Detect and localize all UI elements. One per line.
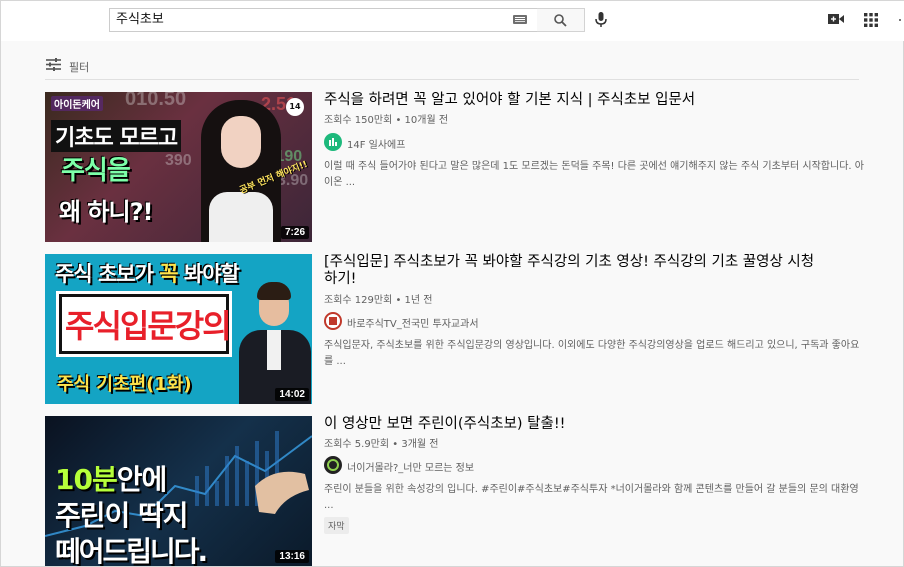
- brand-label: 아이돈케어: [51, 96, 103, 111]
- video-description: 주식입문자, 주식초보를 위한 주식입문강의 영상입니다. 이외에도 다양한 주…: [324, 340, 860, 367]
- video-description: 주린이 분들을 위한 속성강의 입니다. #주린이#주식초보#주식투자 *너이거…: [324, 484, 859, 511]
- video-thumbnail[interactable]: 주식 초보가 꼭 봐야할 주식입문강의 주식 기초편(1화) 14:02: [45, 254, 312, 404]
- channel-avatar[interactable]: [324, 312, 342, 330]
- thumbnail-text: 떼어드립니다.: [55, 535, 208, 566]
- channel-logo-icon: [329, 317, 337, 325]
- video-title[interactable]: [주식입문] 주식초보가 꼭 봐야할 주식강의 기초 영상! 주식강의 기초 꿀…: [324, 254, 824, 288]
- apps-grid-icon[interactable]: [864, 13, 878, 27]
- keyboard-icon[interactable]: [513, 15, 527, 24]
- upload-age: 10개월 전: [404, 115, 449, 126]
- thumbnail-text: 기초도 모르고: [51, 120, 182, 152]
- chart-icon: [329, 138, 337, 146]
- thumbnail-text: 10분안에: [55, 463, 167, 496]
- thumbnail-text: 주린이 딱지: [55, 499, 189, 532]
- subtitles-badge: 자막: [324, 517, 349, 534]
- thumbnail-text: 왜 하니?!: [59, 198, 153, 226]
- create-video-icon[interactable]: [828, 13, 844, 25]
- channel-name[interactable]: 너이거몰라?_너만 모르는 정보: [347, 459, 474, 474]
- video-duration: 7:26: [280, 226, 309, 239]
- top-bar: 주식초보: [1, 1, 904, 41]
- upload-age: 3개월 전: [401, 439, 439, 450]
- video-thumbnail[interactable]: 010.50 -2.51 390 .190 3.90 아이돈케어 기초도 모르고…: [45, 92, 312, 242]
- hand-graphic: [255, 471, 309, 514]
- video-meta: 조회수 150만회 • 10개월 전: [324, 115, 449, 126]
- divider: [45, 79, 859, 80]
- thumbnail-text: 주식 기초편(1화): [57, 374, 192, 395]
- search-icon: [554, 14, 567, 27]
- channel-name[interactable]: 바로주식TV_전국민 투자교과서: [347, 315, 479, 330]
- video-meta: 조회수 129만회 • 1년 전: [324, 295, 433, 306]
- channel-logo: 14: [286, 98, 304, 116]
- view-count: 조회수 129만회: [324, 295, 393, 306]
- video-duration: 13:16: [275, 550, 309, 563]
- channel-avatar[interactable]: [324, 456, 342, 474]
- video-description: 이럴 때 주식 들어가야 된다고 말은 많은데 1도 모르겠는 돈덕들 주목! …: [324, 161, 864, 188]
- channel-avatar[interactable]: [324, 133, 342, 151]
- search-input[interactable]: 주식초보: [109, 8, 538, 32]
- filter-button[interactable]: 필터: [69, 59, 89, 75]
- upload-age: 1년 전: [404, 295, 433, 306]
- view-count: 조회수 150만회: [324, 115, 393, 126]
- video-meta: 조회수 5.9만회 • 3개월 전: [324, 439, 439, 450]
- thumbnail-text: 주식을: [61, 156, 131, 186]
- channel-name[interactable]: 14F 일사에프: [347, 136, 405, 151]
- filter-icon[interactable]: [46, 58, 61, 71]
- search-button[interactable]: [537, 8, 585, 32]
- video-duration: 14:02: [275, 388, 309, 401]
- video-title[interactable]: 이 영상만 보면 주린이(주식초보) 탈출!!: [324, 416, 824, 433]
- channel-logo-icon: [327, 459, 339, 471]
- view-count: 조회수 5.9만회: [324, 439, 390, 450]
- microphone-icon[interactable]: [595, 12, 607, 28]
- thumbnail-text: 주식 초보가 꼭 봐야할: [55, 262, 240, 286]
- more-icon[interactable]: [899, 19, 901, 21]
- video-title[interactable]: 주식을 하려면 꼭 알고 있어야 할 기본 지식 | 주식초보 입문서: [324, 92, 824, 109]
- presenter-image: [237, 282, 312, 404]
- video-thumbnail[interactable]: 10분안에 주린이 딱지 떼어드립니다. 13:16: [45, 416, 312, 566]
- thumbnail-text: 주식입문강의: [65, 307, 232, 345]
